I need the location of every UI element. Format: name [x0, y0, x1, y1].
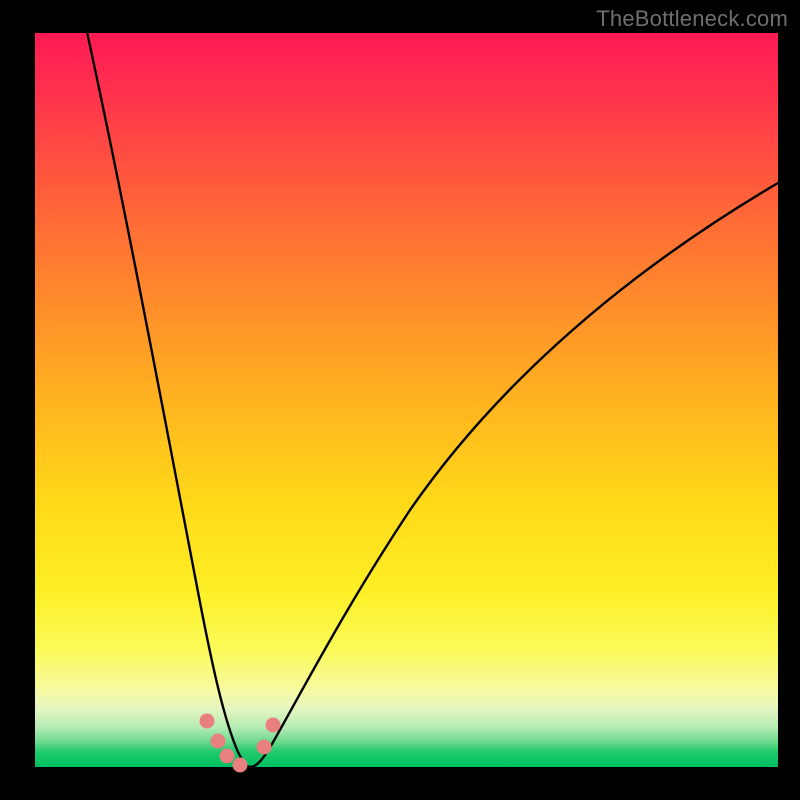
plot-area [35, 33, 778, 767]
chart-frame: TheBottleneck.com [0, 0, 800, 800]
watermark-text: TheBottleneck.com [596, 6, 788, 32]
